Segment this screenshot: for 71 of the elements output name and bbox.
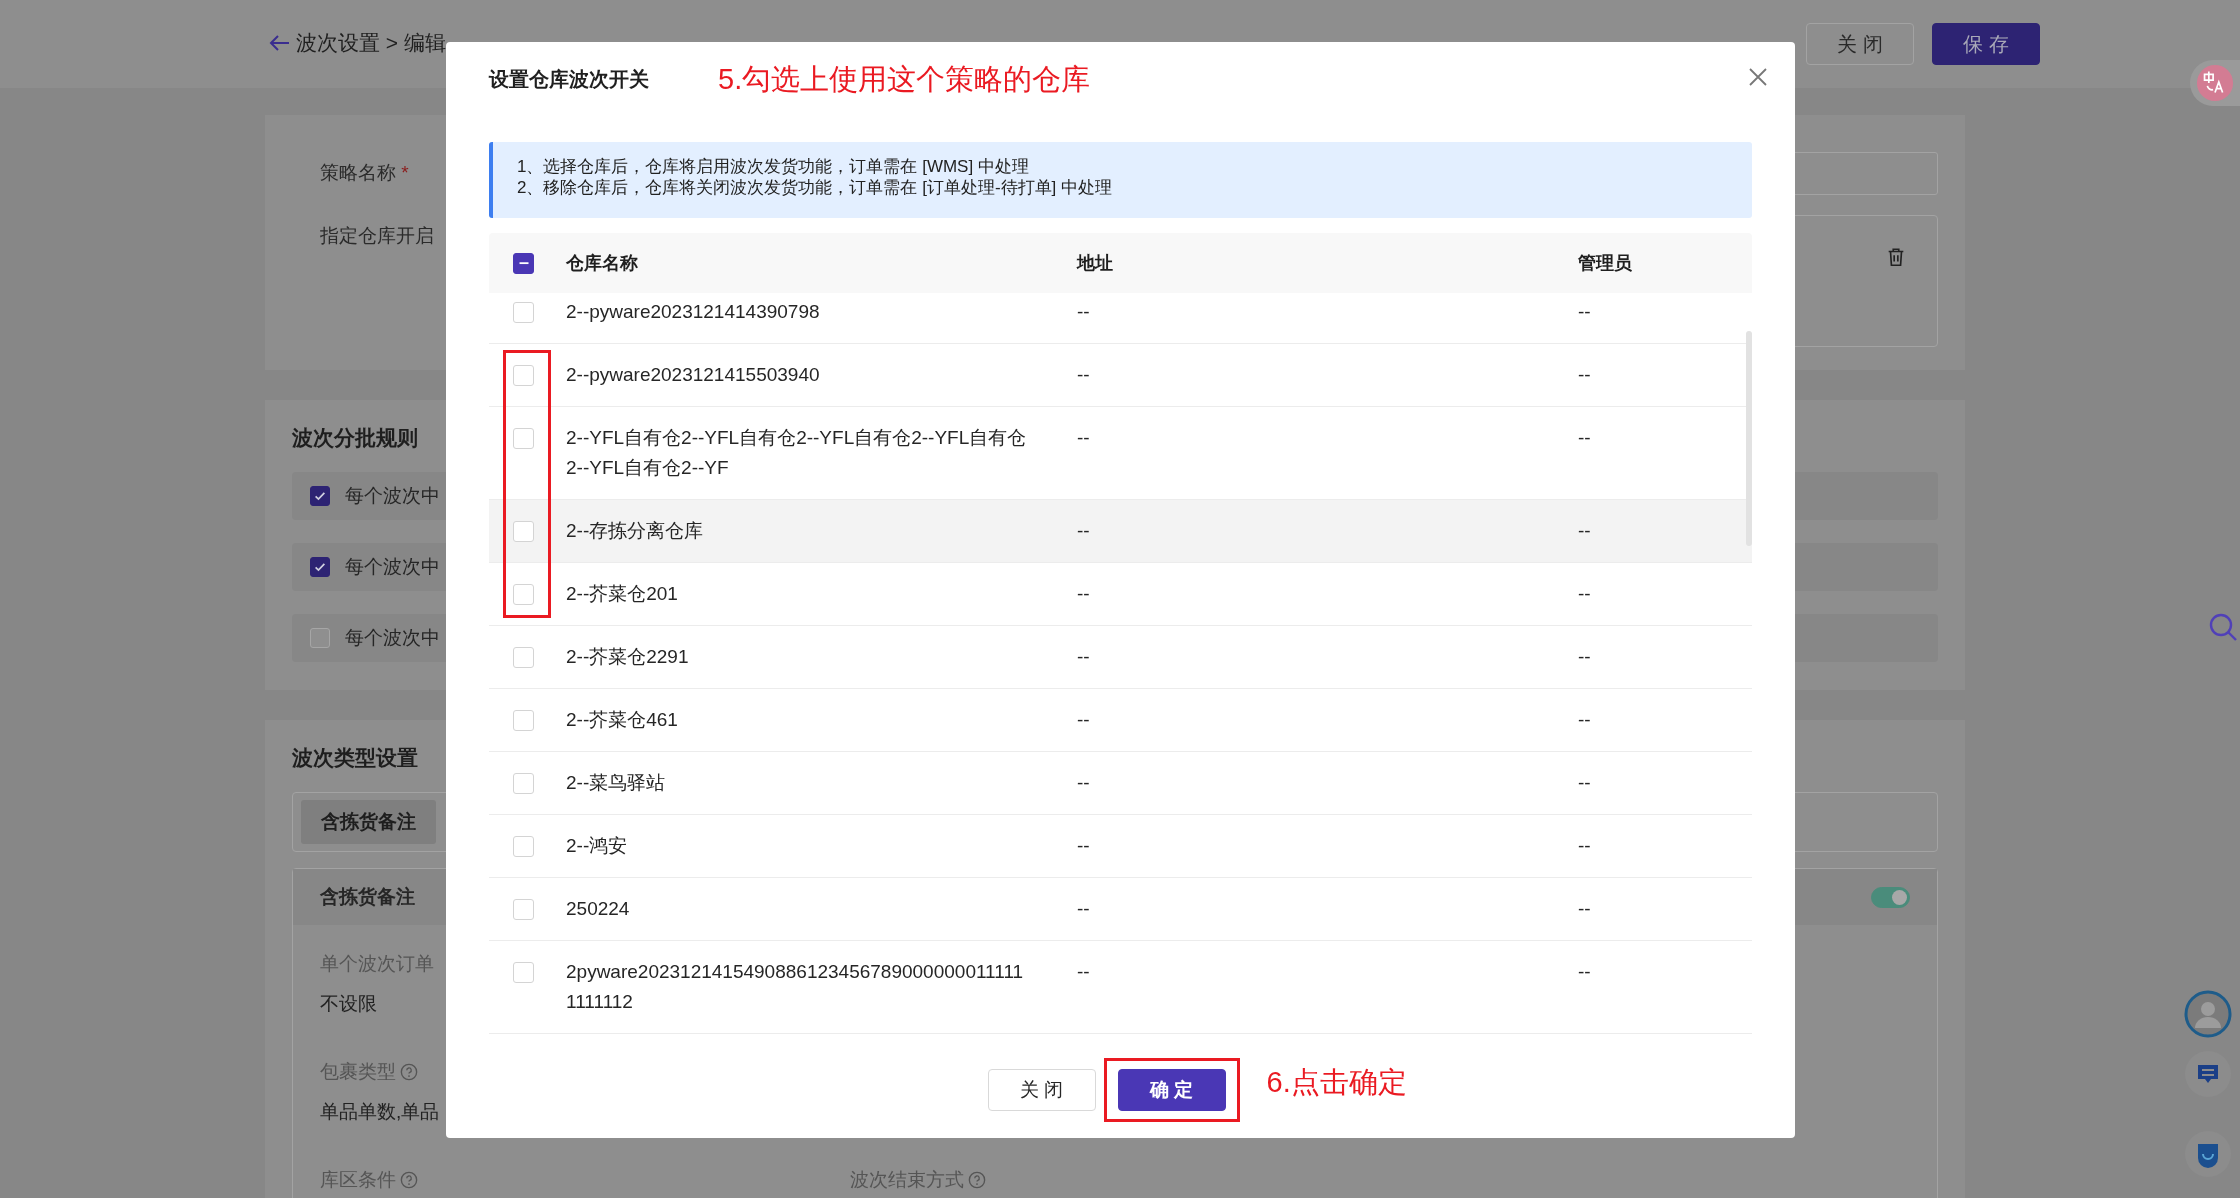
manager-cell-text: -- xyxy=(1578,363,1592,387)
field-label: 波次结束方式 xyxy=(850,1168,964,1192)
column-header: 仓库名称 xyxy=(566,252,639,275)
field-label: 库区条件 xyxy=(320,1168,396,1192)
column-header: 管理员 xyxy=(1578,252,1633,275)
warehouse-name[interactable]: 2--pyware2023121414390798 xyxy=(566,293,1077,343)
manager-cell-text: -- xyxy=(1578,771,1592,795)
breadcrumb: 波次设置 > 编辑 xyxy=(296,30,446,56)
tab[interactable]: 含拣货备注 xyxy=(301,800,436,844)
checkbox[interactable] xyxy=(310,486,330,506)
annotation-text: 5.勾选上使用这个策略的仓库 xyxy=(718,62,1091,97)
translate-icon[interactable] xyxy=(2196,64,2234,102)
scrollbar[interactable] xyxy=(1746,331,1752,546)
warehouse-name[interactable]: 250224 xyxy=(566,878,1077,940)
address-cell-text: -- xyxy=(1077,834,1091,858)
confirm-button[interactable]: 确 定 xyxy=(1117,1068,1226,1111)
manager-cell-text: -- xyxy=(1578,582,1592,606)
toggle-switch[interactable] xyxy=(1871,886,1910,908)
section-title: 波次类型设置 xyxy=(292,745,418,771)
avatar[interactable] xyxy=(2184,990,2232,1038)
field-label: 包裹类型 xyxy=(320,1060,396,1084)
annotation-text: 6.点击确定 xyxy=(1266,1064,1407,1100)
warehouse-name[interactable]: 2--鸿安 xyxy=(566,815,1077,877)
field-label: 策略名称 * xyxy=(320,161,409,185)
checkbox[interactable] xyxy=(310,628,330,648)
address-cell-text: -- xyxy=(1077,897,1091,921)
manager-cell-text: -- xyxy=(1578,300,1592,324)
warehouse-name[interactable]: 2pyware20231214154908861234567890000000111111111112 xyxy=(566,941,1077,1033)
manager-cell-text: -- xyxy=(1578,834,1592,858)
rule-label: 每个波次中 xyxy=(345,484,440,508)
warehouse-name[interactable]: 2--菜鸟驿站 xyxy=(566,752,1077,814)
card-title: 含拣货备注 xyxy=(320,885,415,909)
manager-cell-text: -- xyxy=(1578,426,1592,450)
manager-cell-text: -- xyxy=(1578,960,1592,984)
address-cell-text: -- xyxy=(1077,426,1091,450)
address-cell-text: -- xyxy=(1077,708,1091,732)
warehouse-name[interactable]: 2--芥菜仓201 xyxy=(566,563,1077,625)
warehouse-name[interactable]: 2--芥菜仓2291 xyxy=(566,626,1077,688)
manager-cell-text: -- xyxy=(1578,897,1592,921)
search-icon[interactable] xyxy=(2208,612,2238,642)
warehouse-name[interactable]: 2--YFL自有仓2--YFL自有仓2--YFL自有仓2--YFL自有仓2--YFL自有仓2--YF xyxy=(566,407,1077,499)
rule-label: 每个波次中 xyxy=(345,626,440,650)
warehouse-name[interactable]: 2--芥菜仓461 xyxy=(566,689,1077,751)
info-text: 2、移除仓库后，仓库将关闭波次发货功能，订单需在 [订单处理-待打单] 中处理 xyxy=(517,177,1113,198)
field-value: 不设限 xyxy=(320,992,377,1016)
info-text: 1、选择仓库后，仓库将启用波次发货功能，订单需在 [WMS] 中处理 xyxy=(517,156,1030,177)
column-header: 地址 xyxy=(1077,252,1114,275)
field-label: 指定仓库开启 xyxy=(320,224,434,248)
address-cell-text: -- xyxy=(1077,645,1091,669)
checkbox[interactable] xyxy=(513,252,534,274)
dialog-title: 设置仓库波次开关 xyxy=(489,67,649,92)
address-cell-text: -- xyxy=(1077,582,1091,606)
section-title: 波次分批规则 xyxy=(292,425,418,451)
checkbox[interactable] xyxy=(310,557,330,577)
field-value: 单品单数,单品 xyxy=(320,1100,440,1124)
address-cell-text: -- xyxy=(1077,363,1091,387)
address-cell: -- xyxy=(1077,500,1578,562)
field-label: 单个波次订单 xyxy=(320,952,434,976)
rule-label: 每个波次中 xyxy=(345,555,440,579)
address-cell-text: -- xyxy=(1077,771,1091,795)
close-icon[interactable] xyxy=(1747,66,1769,88)
address-cell-text: -- xyxy=(1077,300,1091,324)
manager-cell-text: -- xyxy=(1578,645,1592,669)
save-button[interactable]: 保 存 xyxy=(1932,23,2040,65)
warehouse-name[interactable]: 2--pyware2023121415503940 xyxy=(566,344,1077,406)
warehouse-name[interactable]: 2--存拣分离仓库 xyxy=(566,500,1077,562)
manager-cell: -- xyxy=(1578,500,1752,562)
address-cell-text: -- xyxy=(1077,960,1091,984)
close-button[interactable]: 关 闭 xyxy=(987,1068,1096,1111)
manager-cell-text: -- xyxy=(1578,708,1592,732)
close-button[interactable]: 关 闭 xyxy=(1806,23,1914,65)
